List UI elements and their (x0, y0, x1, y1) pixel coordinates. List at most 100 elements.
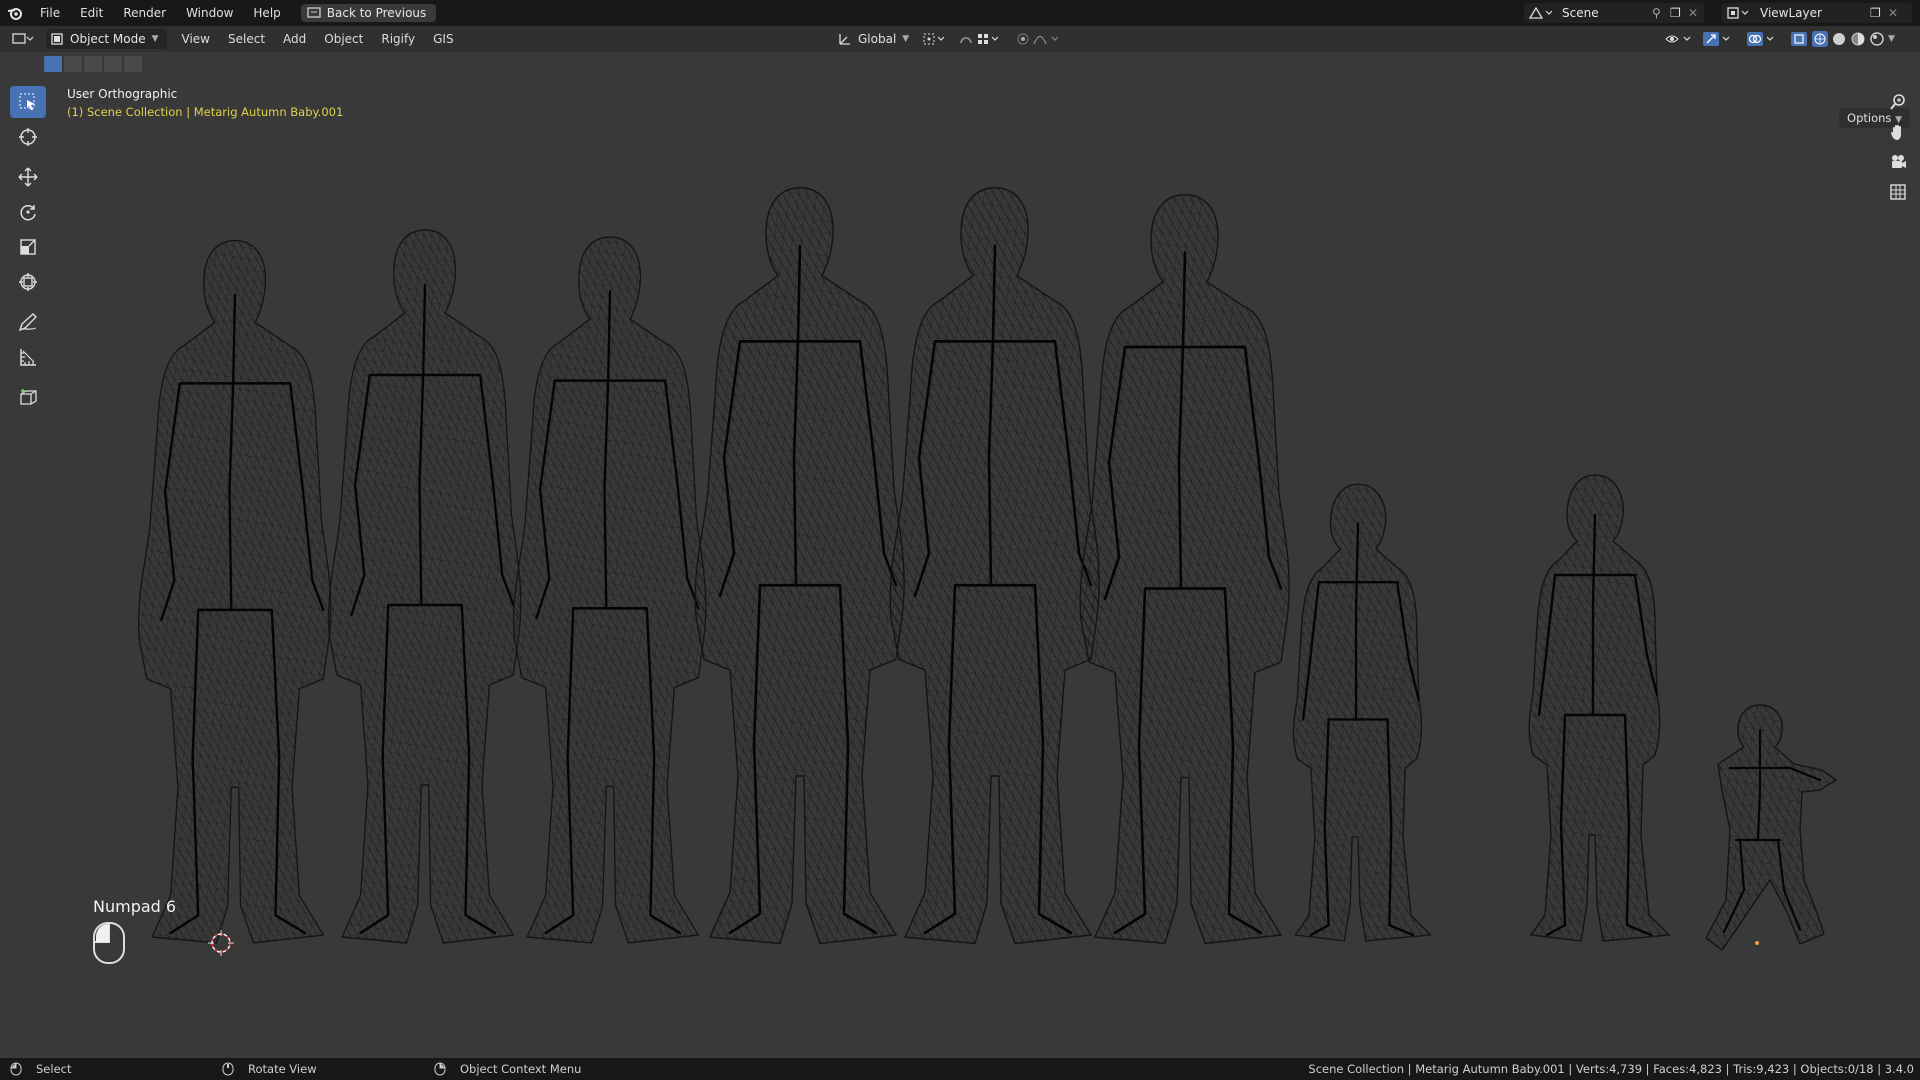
object-mode-label: Object Mode (70, 32, 146, 46)
figure-adult-1[interactable] (137, 239, 333, 945)
viewlayer-name: ViewLayer (1760, 6, 1822, 20)
viewport-header: Object Mode ▼ View Select Add Object Rig… (0, 26, 1920, 52)
gizmo-toggle-icon[interactable] (1702, 31, 1732, 50)
annotate-tool[interactable] (10, 306, 46, 338)
pivot-point-icon[interactable] (922, 31, 948, 50)
menu-help[interactable]: Help (243, 0, 290, 26)
cursor-tool[interactable] (10, 121, 46, 153)
figure-child-1[interactable] (1292, 483, 1432, 943)
scale-tool[interactable] (10, 231, 46, 263)
select-extend-icon[interactable] (64, 56, 82, 72)
menu-window[interactable]: Window (176, 0, 243, 26)
menu-select[interactable]: Select (219, 26, 274, 52)
back-to-previous-button[interactable]: Back to Previous (300, 4, 437, 22)
measure-tool[interactable] (10, 341, 46, 373)
top-bar: File Edit Render Window Help Back to Pre… (0, 0, 1920, 26)
move-tool[interactable] (10, 161, 46, 193)
menu-edit[interactable]: Edit (70, 0, 113, 26)
overlays-toggle-icon[interactable] (1746, 31, 1776, 50)
origin-dot-icon (1755, 941, 1759, 945)
visibility-selectability-icon[interactable] (1664, 31, 1694, 50)
mouse-middle-icon (222, 1062, 234, 1076)
select-box-icon (19, 93, 35, 110)
figure-adult-5[interactable] (888, 186, 1101, 945)
status-select: Select (10, 1062, 71, 1076)
key-hint: Numpad 6 (93, 897, 177, 916)
pin-icon[interactable]: ⚲ (1652, 6, 1670, 20)
viewlayer-icon (1726, 6, 1754, 20)
new-viewlayer-icon[interactable]: ❐ (1870, 6, 1888, 20)
shading-modes: ▼ (1812, 31, 1895, 50)
rendered-shading-icon[interactable] (1869, 31, 1885, 50)
chevron-down-icon[interactable]: ▼ (1888, 31, 1895, 50)
perspective-grid-icon[interactable] (1884, 178, 1912, 206)
viewlayer-selector[interactable]: ViewLayer ❐ ✕ (1722, 3, 1912, 23)
rotate-tool[interactable] (10, 196, 46, 228)
transform-icon (19, 273, 37, 291)
menu-file[interactable]: File (30, 0, 70, 26)
chevron-down-icon: ▼ (902, 34, 910, 44)
menu-add[interactable]: Add (274, 26, 315, 52)
scene-name: Scene (1562, 6, 1599, 20)
proportional-edit-icon[interactable] (1016, 31, 1062, 50)
select-subtract-icon[interactable] (84, 56, 102, 72)
annotate-icon (18, 313, 37, 332)
status-bar: Select Rotate View Object Context Menu S… (0, 1058, 1920, 1080)
view-name: User Orthographic (67, 87, 178, 101)
status-rotate: Rotate View (222, 1062, 317, 1076)
mouse-right-icon (434, 1062, 446, 1076)
figure-adult-4[interactable] (693, 186, 906, 945)
object-mode-dropdown[interactable]: Object Mode ▼ (46, 29, 167, 49)
select-box-tool[interactable] (10, 86, 46, 118)
cursor-icon (19, 128, 37, 146)
status-context-menu-label: Object Context Menu (460, 1062, 582, 1076)
camera-view-icon[interactable] (1884, 148, 1912, 176)
collection-info: (1) Scene Collection | Metarig Autumn Ba… (67, 105, 344, 119)
status-context-menu: Object Context Menu (434, 1062, 581, 1076)
close-viewlayer-icon[interactable]: ✕ (1888, 6, 1902, 20)
object-mode-icon (51, 33, 63, 45)
blender-logo-icon[interactable] (0, 0, 30, 26)
editor-type-icon[interactable] (12, 32, 40, 46)
select-new-icon[interactable] (44, 56, 62, 72)
wireframe-shading-icon[interactable] (1812, 31, 1828, 50)
figure-adult-6[interactable] (1078, 193, 1291, 945)
scale-icon (20, 239, 36, 255)
figure-baby[interactable] (1704, 703, 1838, 952)
status-rotate-label: Rotate View (248, 1062, 317, 1076)
move-icon (18, 167, 38, 187)
menu-view[interactable]: View (173, 26, 219, 52)
snap-icon[interactable] (958, 31, 1002, 50)
menu-gis[interactable]: GIS (424, 26, 462, 52)
zoom-icon[interactable] (1884, 88, 1912, 116)
mouse-left-icon (10, 1062, 22, 1076)
close-scene-icon[interactable]: ✕ (1688, 6, 1702, 20)
menu-render[interactable]: Render (113, 0, 176, 26)
figure-adult-2[interactable] (327, 228, 523, 945)
menu-object[interactable]: Object (315, 26, 372, 52)
add-cube-tool[interactable] (10, 381, 46, 413)
wireframe-figures (137, 186, 1838, 956)
transform-tool[interactable] (10, 266, 46, 298)
rotate-icon (20, 205, 36, 221)
chevron-down-icon: ▼ (151, 34, 159, 44)
select-intersect-icon[interactable] (124, 56, 142, 72)
scene-selector[interactable]: Scene ⚲ ❐ ✕ (1524, 3, 1704, 23)
transform-orientation-dropdown[interactable]: Global ▼ (838, 29, 909, 49)
menu-rigify[interactable]: Rigify (372, 26, 424, 52)
back-to-previous-label: Back to Previous (326, 6, 427, 20)
figure-child-2[interactable] (1528, 473, 1671, 943)
material-shading-icon[interactable] (1850, 31, 1866, 50)
solid-shading-icon[interactable] (1831, 31, 1847, 50)
3d-viewport[interactable]: Options ▼ (0, 52, 1920, 1058)
scene-statistics: Scene Collection | Metarig Autumn Baby.0… (1308, 1062, 1914, 1076)
xray-toggle-icon[interactable] (1790, 31, 1808, 50)
add-cube-icon (20, 389, 37, 405)
selection-mode-buttons (44, 56, 142, 72)
figure-adult-3[interactable] (512, 235, 708, 945)
pan-hand-icon[interactable] (1884, 118, 1912, 146)
new-scene-icon[interactable]: ❐ (1670, 6, 1688, 20)
axis-icon (839, 34, 850, 45)
select-invert-icon[interactable] (104, 56, 122, 72)
navigation-gizmo (1884, 88, 1912, 208)
